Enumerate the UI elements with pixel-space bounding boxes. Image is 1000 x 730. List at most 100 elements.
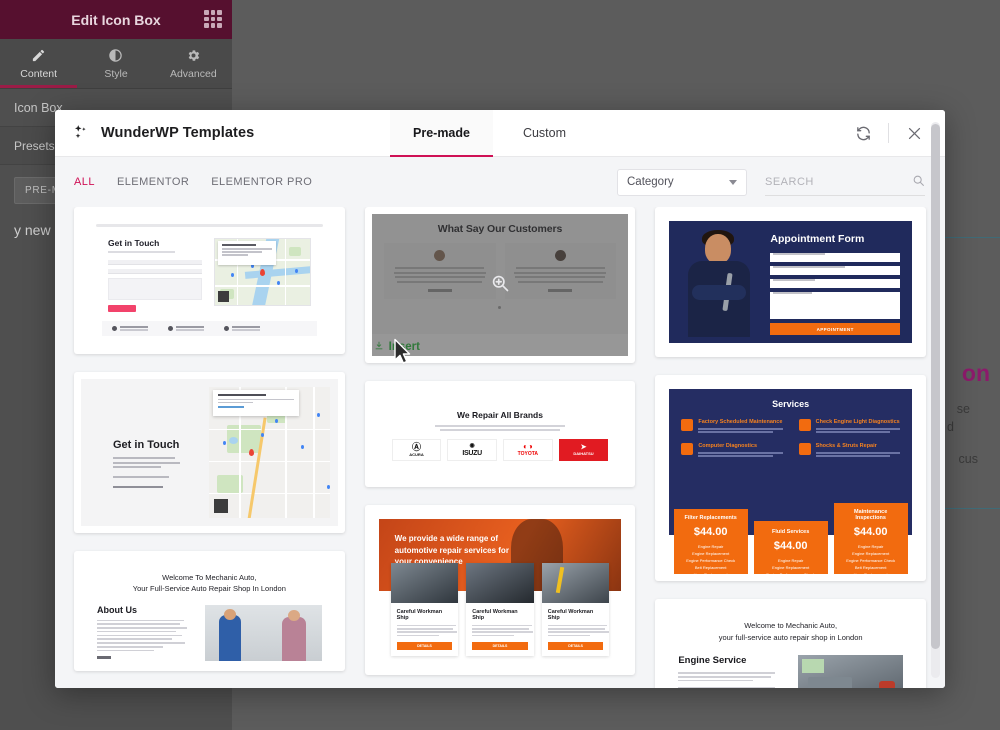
tab-advanced[interactable]: Advanced xyxy=(155,39,232,88)
thumb-welcome-line-1: Welcome to Mechanic Auto, xyxy=(744,621,838,630)
tab-style[interactable]: Style xyxy=(77,39,154,88)
thumb-heading: Engine Service xyxy=(678,655,747,667)
pencil-icon xyxy=(33,49,45,61)
thumb-pricing-card: Filter Replacements $44.00 Engine Repair… xyxy=(673,509,748,574)
templates-grid: Get in Touch Get in Touch Welcome To Mec… xyxy=(74,207,926,688)
thumb-field-phone xyxy=(770,279,900,288)
template-card-brands[interactable]: We Repair All Brands Ⓐ ACURA ◉ ISUZU ◐◑ … xyxy=(364,381,636,487)
thumb-price-title: Filter Replacements xyxy=(684,515,737,521)
category-select[interactable]: Category xyxy=(617,168,747,196)
thumb-brand-logo: ◐◑ TOYOTA xyxy=(503,438,553,461)
contrast-icon xyxy=(109,48,123,62)
apps-grid-icon[interactable] xyxy=(204,10,222,28)
thumb-service-card: Careful Workman Ship DETAILS xyxy=(390,563,459,656)
thumb-service-item: Factory Scheduled Maintenance xyxy=(681,419,783,434)
thumb-welcome-line-1: Welcome To Mechanic Auto, xyxy=(162,573,257,582)
thumb-service-item: Shocks & Struts Repair xyxy=(798,443,900,458)
thumb-card-title: Careful Workman Ship xyxy=(547,609,594,621)
filter-chip-all[interactable]: ALL xyxy=(74,176,95,188)
thumb-heading: Services xyxy=(772,399,810,409)
modal-header: WunderWP Templates Pre-made Custom xyxy=(55,110,945,157)
thumb-heading: About Us xyxy=(97,604,137,615)
scanner-icon xyxy=(681,443,694,455)
template-card-contact-map[interactable]: Get in Touch xyxy=(74,372,345,533)
grid-column-1: Get in Touch Get in Touch Welcome To Mec… xyxy=(74,207,345,671)
modal-tabs: Pre-made Custom xyxy=(390,110,596,157)
template-card-about-us[interactable]: Welcome To Mechanic Auto, Your Full-Serv… xyxy=(74,551,345,671)
refresh-icon[interactable] xyxy=(846,116,880,150)
gear-icon xyxy=(188,49,199,61)
close-icon[interactable] xyxy=(897,116,931,150)
template-card-services[interactable]: Services Factory Scheduled Maintenance C… xyxy=(655,375,926,581)
filter-chips: ALL ELEMENTOR ELEMENTOR PRO xyxy=(74,176,312,188)
tab-custom-label: Custom xyxy=(522,126,567,140)
thumb-service-card: Careful Workman Ship DETAILS xyxy=(541,563,610,656)
grid-column-2: What Say Our Customers xyxy=(364,207,636,688)
thumb-pricing-card-featured: Fluid Services $44.00 Engine Repair Engi… xyxy=(753,521,828,574)
template-thumbnail: Get in Touch xyxy=(81,214,338,347)
tab-advanced-label: Advanced xyxy=(169,67,217,80)
category-select-value: Category xyxy=(627,176,674,188)
template-thumbnail: We Repair All Brands Ⓐ ACURA ◉ ISUZU ◐◑ … xyxy=(371,388,629,480)
panel-row-label: Presets xyxy=(14,138,55,153)
thumb-price-amount: $44.00 xyxy=(693,526,728,538)
modal-title: WunderWP Templates xyxy=(101,125,255,141)
filter-chip-elementor[interactable]: ELEMENTOR xyxy=(117,176,189,188)
thumb-service-item: Check Engine Light Diagnostics xyxy=(798,419,900,434)
thumb-map-image xyxy=(209,387,330,518)
thumb-brand-logo: Ⓐ ACURA xyxy=(391,438,442,461)
thumb-field-message xyxy=(770,292,900,319)
thumb-price-amount: $44.00 xyxy=(853,526,888,538)
tab-pre-made-label: Pre-made xyxy=(413,126,470,140)
panel-tabs: Content Style Advanced xyxy=(0,39,232,89)
tab-content-label: Content xyxy=(20,67,58,80)
canvas-heading: on xyxy=(961,360,990,386)
canvas-text-line-2: d xyxy=(947,420,954,434)
template-thumbnail: We provide a wide range of automotive re… xyxy=(371,512,629,668)
modal-scrollbar[interactable] xyxy=(931,122,940,678)
template-card-testimonial[interactable]: What Say Our Customers xyxy=(364,207,636,363)
template-thumbnail: Get in Touch xyxy=(81,379,338,526)
thumb-card-button: DETAILS xyxy=(396,641,453,650)
tab-pre-made[interactable]: Pre-made xyxy=(390,110,493,157)
wrench-icon xyxy=(681,419,694,431)
template-thumbnail: Appointment Form APPOINTMENT xyxy=(662,214,919,350)
thumb-card-button: DETAILS xyxy=(472,641,528,650)
tab-style-label: Style xyxy=(104,67,128,80)
template-card-contact-form[interactable]: Get in Touch xyxy=(74,207,345,354)
template-card-appointment-form[interactable]: Appointment Form APPOINTMENT xyxy=(655,207,926,357)
thumb-photo xyxy=(797,655,903,688)
thumb-submit-button: APPOINTMENT xyxy=(770,323,900,335)
filter-chip-elementor-pro[interactable]: ELEMENTOR PRO xyxy=(211,176,312,188)
thumb-button xyxy=(97,656,111,660)
templates-grid-container[interactable]: Get in Touch Get in Touch Welcome To Mec… xyxy=(55,207,945,688)
template-thumbnail: Welcome To Mechanic Auto, Your Full-Serv… xyxy=(81,558,338,664)
thumb-brand-logo: ◉ ISUZU xyxy=(447,438,497,461)
search-placeholder: SEARCH xyxy=(765,175,814,188)
modal-brand: WunderWP Templates xyxy=(55,110,390,156)
thumb-card-button: DETAILS xyxy=(547,641,604,650)
thumb-service-name: Shocks & Struts Repair xyxy=(815,443,877,449)
filter-right-group: Category SEARCH xyxy=(617,168,925,196)
thumb-service-card: Careful Workman Ship DETAILS xyxy=(466,563,534,656)
tab-content[interactable]: Content xyxy=(0,39,78,88)
thumb-heading: We Repair All Brands xyxy=(457,410,543,420)
thumb-pricing-card: Maintenance Inspections $44.00 Engine Re… xyxy=(833,503,908,574)
tab-custom[interactable]: Custom xyxy=(493,110,596,156)
thumb-brand-logo: ➤ DAIHATSU xyxy=(558,438,609,461)
search-icon xyxy=(912,174,925,190)
modal-filter-bar: ALL ELEMENTOR ELEMENTOR PRO Category SEA… xyxy=(55,157,945,207)
thumb-card-title: Careful Workman Ship xyxy=(472,609,518,621)
template-card-engine-service[interactable]: Welcome to Mechanic Auto, your full-serv… xyxy=(655,599,926,688)
engine-icon xyxy=(798,419,811,431)
scrollbar-thumb[interactable] xyxy=(931,124,940,649)
template-card-hero-services[interactable]: We provide a wide range of automotive re… xyxy=(364,505,636,675)
template-hover-overlay[interactable] xyxy=(371,214,629,356)
thumb-welcome-line-2: your full-service auto repair shop in Lo… xyxy=(718,632,863,642)
panel-header: Edit Icon Box xyxy=(0,0,232,39)
magnify-icon[interactable] xyxy=(490,273,510,298)
thumb-heading: Get in Touch xyxy=(113,439,180,451)
search-input[interactable]: SEARCH xyxy=(765,169,925,196)
template-thumbnail: Services Factory Scheduled Maintenance C… xyxy=(662,382,919,574)
thumb-service-item: Computer Diagnostics xyxy=(681,443,783,458)
